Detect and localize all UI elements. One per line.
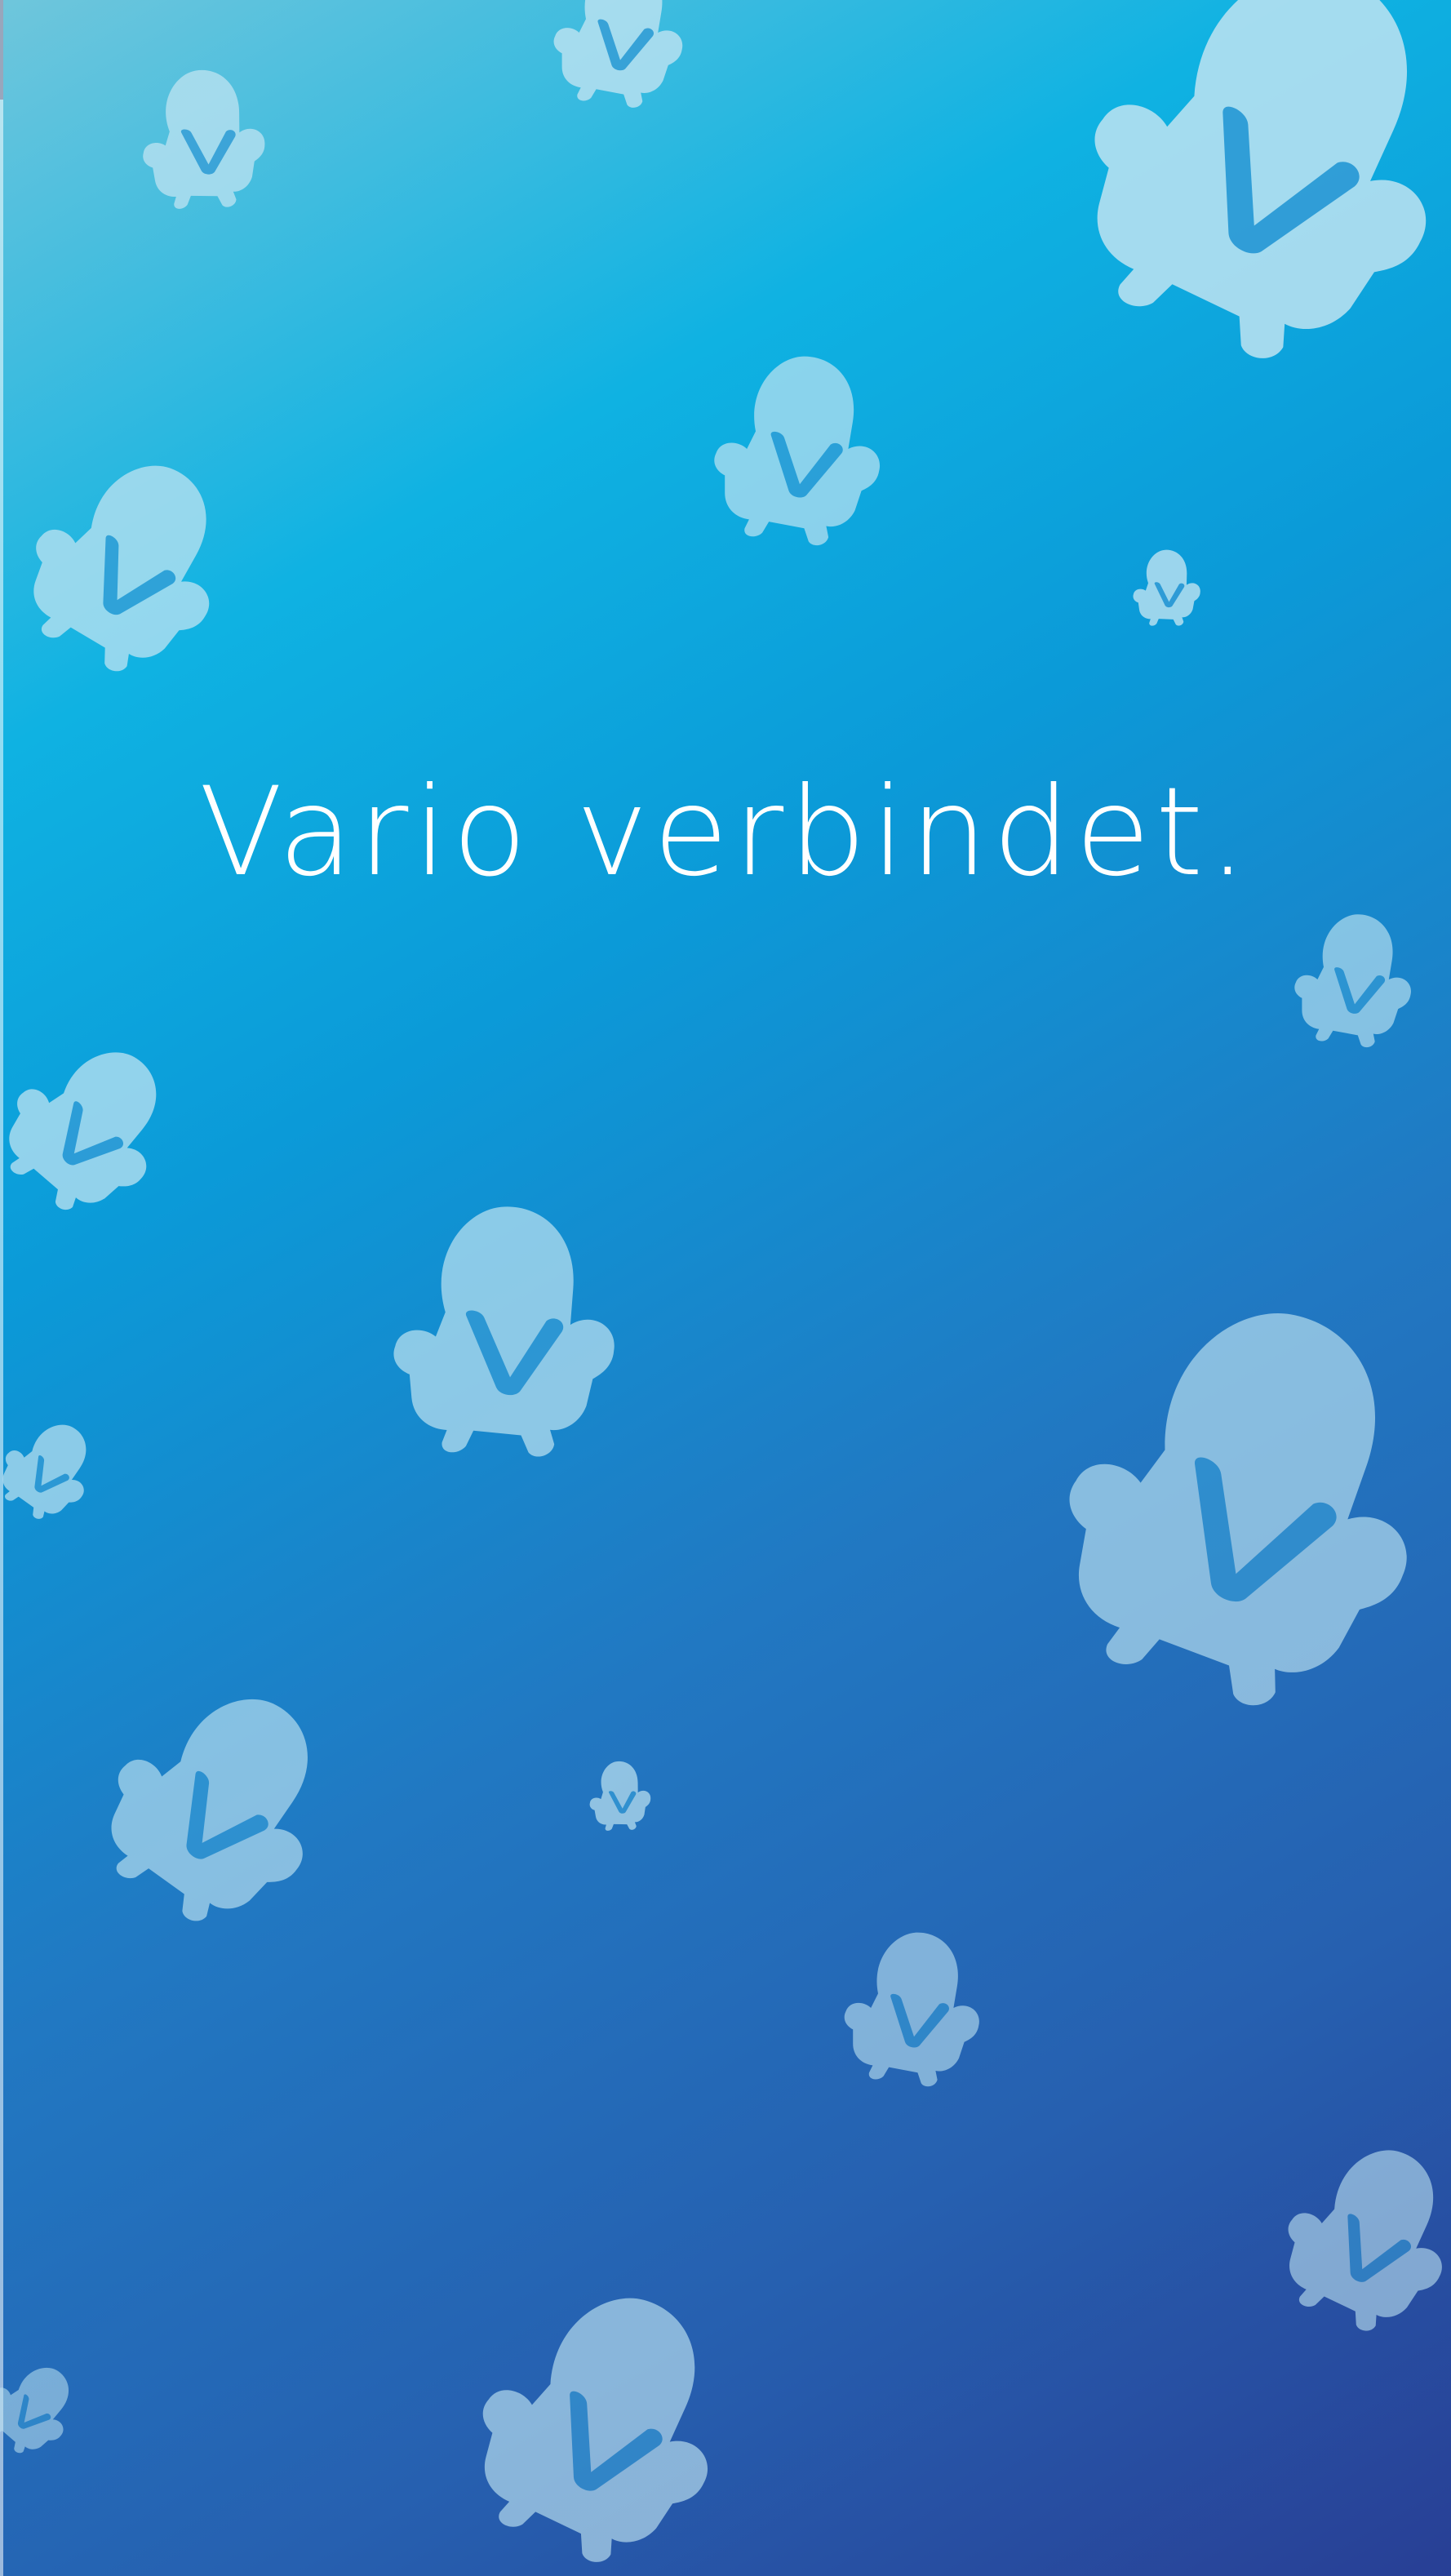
vario-mascot-icon: [690, 339, 910, 559]
vario-mascot-icon: [984, 1237, 1451, 1767]
vario-mascot-icon: [993, 0, 1451, 435]
left-edge-line: [0, 0, 3, 2576]
vario-mascot-icon: [109, 44, 299, 233]
vario-mascot-icon: [0, 1393, 125, 1545]
vario-mascot-icon: [42, 1625, 400, 1983]
vario-mascot-icon: [0, 2335, 105, 2481]
vario-mascot-icon: [347, 1171, 665, 1490]
vario-mascot-icon: [1116, 537, 1218, 638]
vario-mascot-icon: [414, 2234, 793, 2576]
vario-mascot-icon: [1241, 2107, 1451, 2366]
vario-mascot-icon: [535, 0, 706, 118]
vario-mascot-icon: [0, 406, 287, 721]
vario-mascot-icon: [824, 1918, 1004, 2098]
vario-mascot-icon: [573, 1748, 668, 1843]
vario-mascot-icon: [0, 993, 224, 1260]
splash-screen: Vario verbindet.: [0, 0, 1451, 2576]
tagline: Vario verbindet.: [198, 762, 1253, 904]
vario-mascot-icon: [1277, 902, 1432, 1057]
